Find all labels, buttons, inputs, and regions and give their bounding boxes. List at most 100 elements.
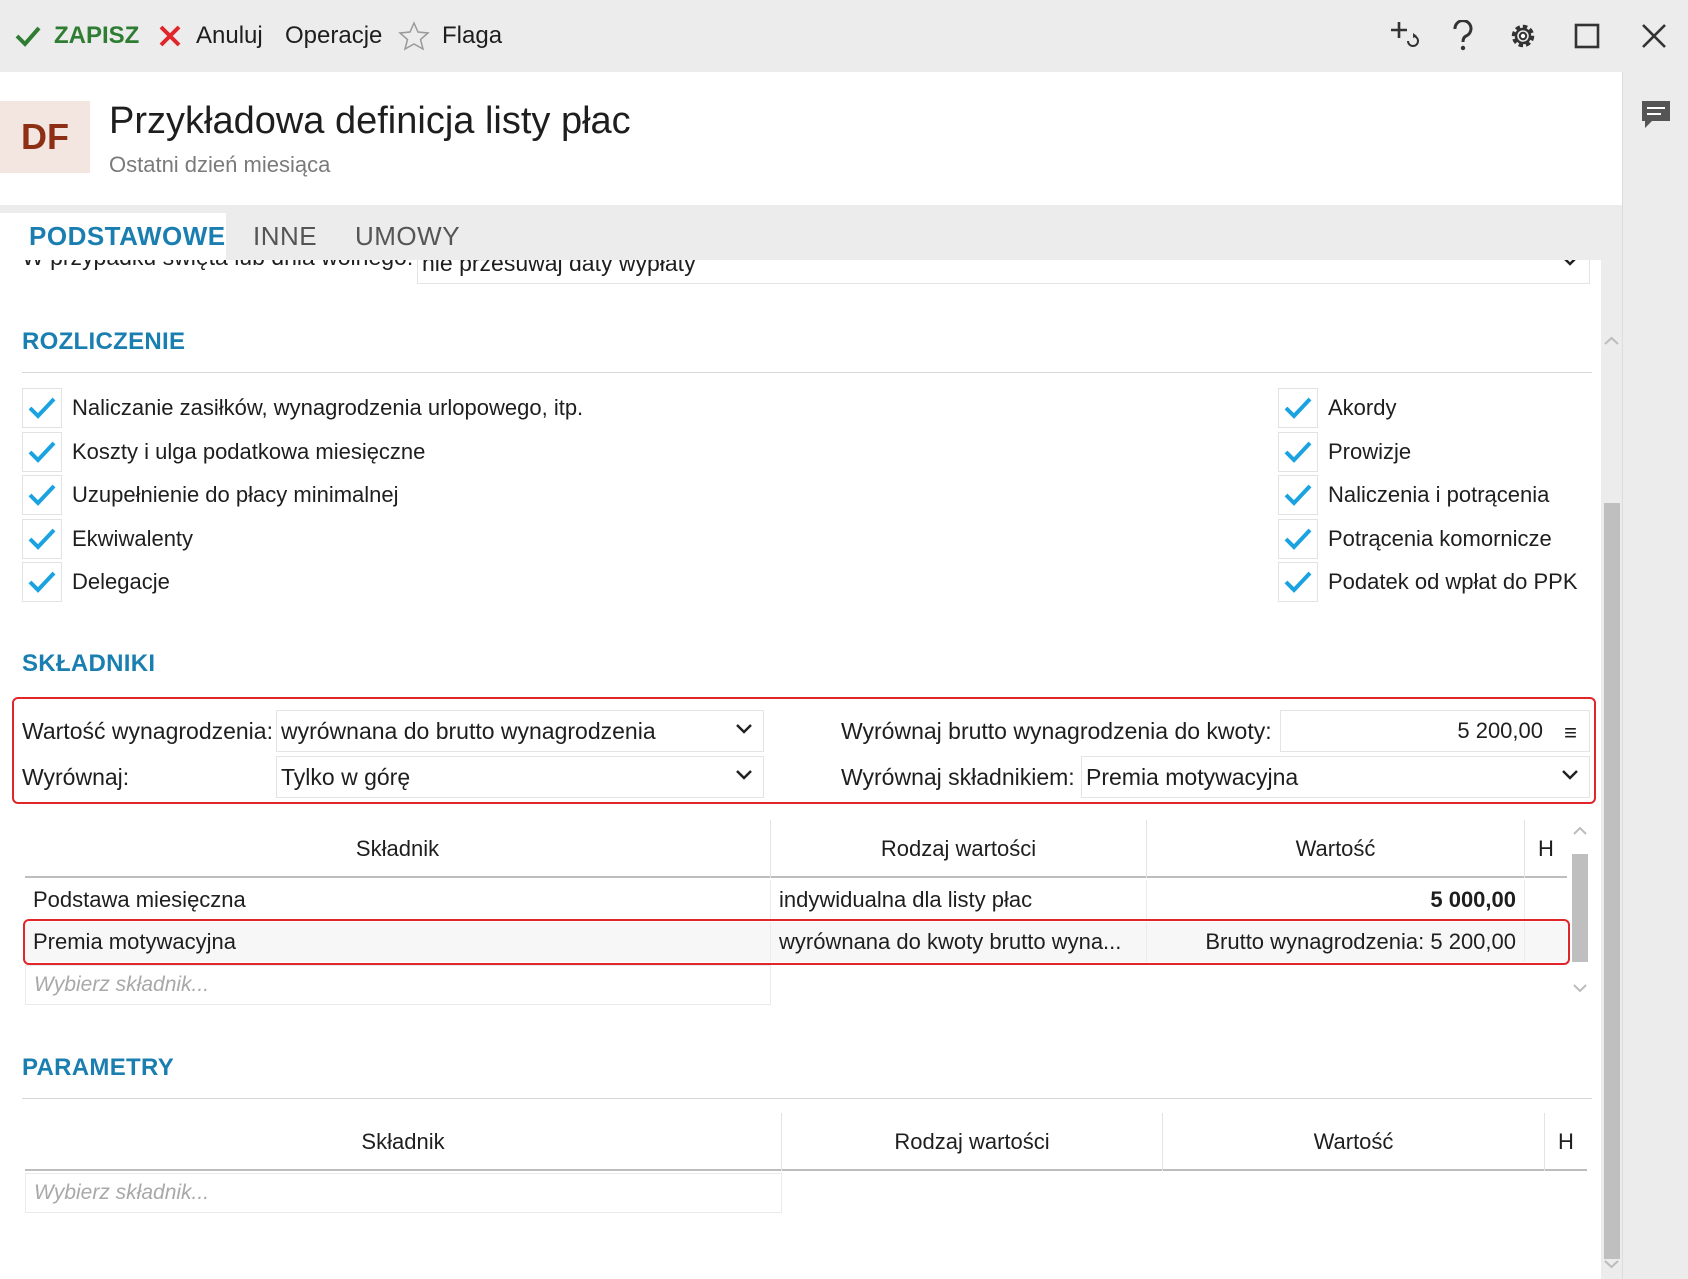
wyrownaj-select[interactable]: Tylko w górę — [276, 756, 764, 798]
column-header-wartosc[interactable]: Wartość — [1163, 1113, 1545, 1171]
kwota-value: 5 200,00 — [1457, 718, 1543, 743]
checkbox[interactable] — [22, 519, 62, 559]
checkbox-label: Akordy — [1328, 395, 1397, 420]
checkbox-delegacje[interactable]: Delegacje — [22, 562, 170, 602]
skladnikiem-value: Premia motywacyjna — [1086, 763, 1299, 790]
checkbox-naliczanie-zasilkow[interactable]: Naliczanie zasiłków, wynagrodzenia urlop… — [22, 388, 583, 428]
help-icon — [1453, 20, 1473, 51]
column-header-skladnik[interactable]: Składnik — [25, 1113, 782, 1171]
save-label: ZAPISZ — [54, 22, 140, 49]
checkbox-naliczenia-potracenia[interactable]: Naliczenia i potrącenia — [1278, 475, 1549, 515]
avatar: DF — [0, 101, 90, 173]
wartosc-label: Wartość wynagrodzenia: — [22, 718, 273, 744]
checkbox[interactable] — [1278, 432, 1318, 472]
chevron-down-icon — [736, 724, 752, 734]
column-header-h[interactable]: H — [1545, 1113, 1587, 1171]
checkbox-uzupelnienie[interactable]: Uzupełnienie do płacy minimalnej — [22, 475, 399, 515]
tab-podstawowe[interactable]: PODSTAWOWE — [29, 221, 226, 252]
checkbox-koszty-ulga[interactable]: Koszty i ulga podatkowa miesięczne — [22, 432, 425, 472]
page-scrollbar[interactable] — [1601, 260, 1622, 1279]
checkbox-label: Delegacje — [72, 569, 170, 594]
calculator-menu-icon[interactable]: ≡ — [1564, 720, 1577, 746]
check-icon — [1284, 484, 1312, 506]
wyrownaj-label: Wyrównaj: — [22, 764, 130, 790]
maximize-button[interactable] — [1567, 16, 1607, 56]
save-button[interactable]: ZAPISZ — [14, 18, 139, 54]
kwota-input[interactable]: 5 200,00 ≡ — [1280, 710, 1590, 752]
check-icon — [1284, 571, 1312, 593]
add-related-button[interactable] — [1385, 16, 1425, 56]
wartosc-select[interactable]: wyrównana do brutto wynagrodzenia — [276, 710, 764, 752]
column-header-h[interactable]: H — [1525, 820, 1567, 878]
add-parametr-input[interactable]: Wybierz składnik... — [25, 1173, 782, 1213]
checkbox-akordy[interactable]: Akordy — [1278, 388, 1396, 428]
wartosc-value: wyrównana do brutto wynagrodzenia — [281, 717, 656, 744]
comment-icon — [1642, 101, 1670, 128]
checkbox-label: Naliczenia i potrącenia — [1328, 482, 1550, 507]
check-icon — [1284, 397, 1312, 419]
skladnikiem-label: Wyrównaj składnikiem: — [841, 764, 1075, 790]
checkbox[interactable] — [22, 432, 62, 472]
column-header-wartosc[interactable]: Wartość — [1147, 820, 1525, 878]
checkbox[interactable] — [1278, 388, 1318, 428]
holiday-value: nie przesuwaj daty wypłaty — [422, 260, 696, 276]
chevron-down-icon — [1564, 260, 1576, 266]
comments-button[interactable] — [1638, 98, 1674, 137]
checkbox-label: Uzupełnienie do płacy minimalnej — [72, 482, 399, 507]
cell-rodzaj: indywidualna dla listy płac — [771, 880, 1147, 920]
checkbox-podatek-ppk[interactable]: Podatek od wpłat do PPK — [1278, 562, 1578, 602]
checkbox-label: Potrącenia komornicze — [1328, 526, 1552, 551]
checkbox-ekwiwalenty[interactable]: Ekwiwalenty — [22, 519, 193, 559]
kwota-label: Wyrównaj brutto wynagrodzenia do kwoty: — [841, 718, 1272, 744]
page-subtitle: Ostatni dzień miesiąca — [109, 152, 331, 177]
cell-skladnik: Podstawa miesięczna — [25, 880, 771, 920]
checkbox[interactable] — [1278, 562, 1318, 602]
cell-wartosc: 5 000,00 — [1147, 880, 1525, 920]
chevron-down-icon[interactable] — [1604, 1259, 1619, 1269]
checkbox[interactable] — [22, 388, 62, 428]
column-header-rodzaj[interactable]: Rodzaj wartości — [771, 820, 1147, 878]
checkbox-label: Podatek od wpłat do PPK — [1328, 569, 1578, 594]
cell-h — [1525, 880, 1567, 920]
tab-umowy[interactable]: UMOWY — [355, 221, 460, 252]
check-icon — [1284, 441, 1312, 463]
tab-inne[interactable]: INNE — [253, 221, 317, 252]
column-header-skladnik[interactable]: Składnik — [25, 820, 771, 878]
checkbox[interactable] — [1278, 519, 1318, 559]
checkbox-label: Ekwiwalenty — [72, 526, 194, 551]
star-icon — [398, 21, 430, 51]
holiday-select[interactable]: nie przesuwaj daty wypłaty — [417, 260, 1590, 284]
operations-button[interactable]: Operacje — [285, 18, 382, 54]
side-panel — [1622, 72, 1688, 1279]
gear-icon — [1511, 24, 1535, 48]
help-button[interactable] — [1443, 16, 1483, 56]
table-row[interactable]: Podstawa miesięczna indywidualna dla lis… — [25, 880, 1567, 920]
checkbox-label: Koszty i ulga podatkowa miesięczne — [72, 439, 426, 464]
checkbox-prowizje[interactable]: Prowizje — [1278, 432, 1411, 472]
add-link-icon — [1391, 22, 1419, 47]
check-icon — [28, 571, 56, 593]
checkbox-potracenia-komornicze[interactable]: Potrącenia komornicze — [1278, 519, 1552, 559]
grid-scrollbar-thumb[interactable] — [1572, 854, 1588, 962]
skladnikiem-select[interactable]: Premia motywacyjna — [1081, 756, 1590, 798]
section-rozliczenie-title: ROZLICZENIE — [22, 328, 186, 355]
check-icon — [28, 528, 56, 550]
divider — [22, 372, 1592, 373]
flag-label: Flaga — [442, 22, 503, 49]
chevron-up-icon[interactable] — [1573, 826, 1587, 836]
flag-button[interactable]: Flaga — [398, 18, 502, 54]
chevron-up-icon[interactable] — [1604, 336, 1619, 346]
chevron-down-icon[interactable] — [1573, 983, 1587, 993]
settings-button[interactable] — [1503, 16, 1543, 56]
cancel-button[interactable]: Anuluj — [158, 18, 263, 54]
page-scrollbar-thumb[interactable] — [1604, 503, 1620, 1259]
close-button[interactable] — [1634, 16, 1674, 56]
checkbox[interactable] — [1278, 475, 1318, 515]
checkbox[interactable] — [22, 562, 62, 602]
column-header-rodzaj[interactable]: Rodzaj wartości — [782, 1113, 1163, 1171]
grid-scrollbar[interactable] — [1570, 820, 1590, 1000]
checkbox[interactable] — [22, 475, 62, 515]
check-icon — [15, 26, 41, 47]
add-skladnik-input[interactable]: Wybierz składnik... — [25, 965, 771, 1005]
parametry-grid-header: Składnik Rodzaj wartości Wartość H — [25, 1113, 1587, 1171]
